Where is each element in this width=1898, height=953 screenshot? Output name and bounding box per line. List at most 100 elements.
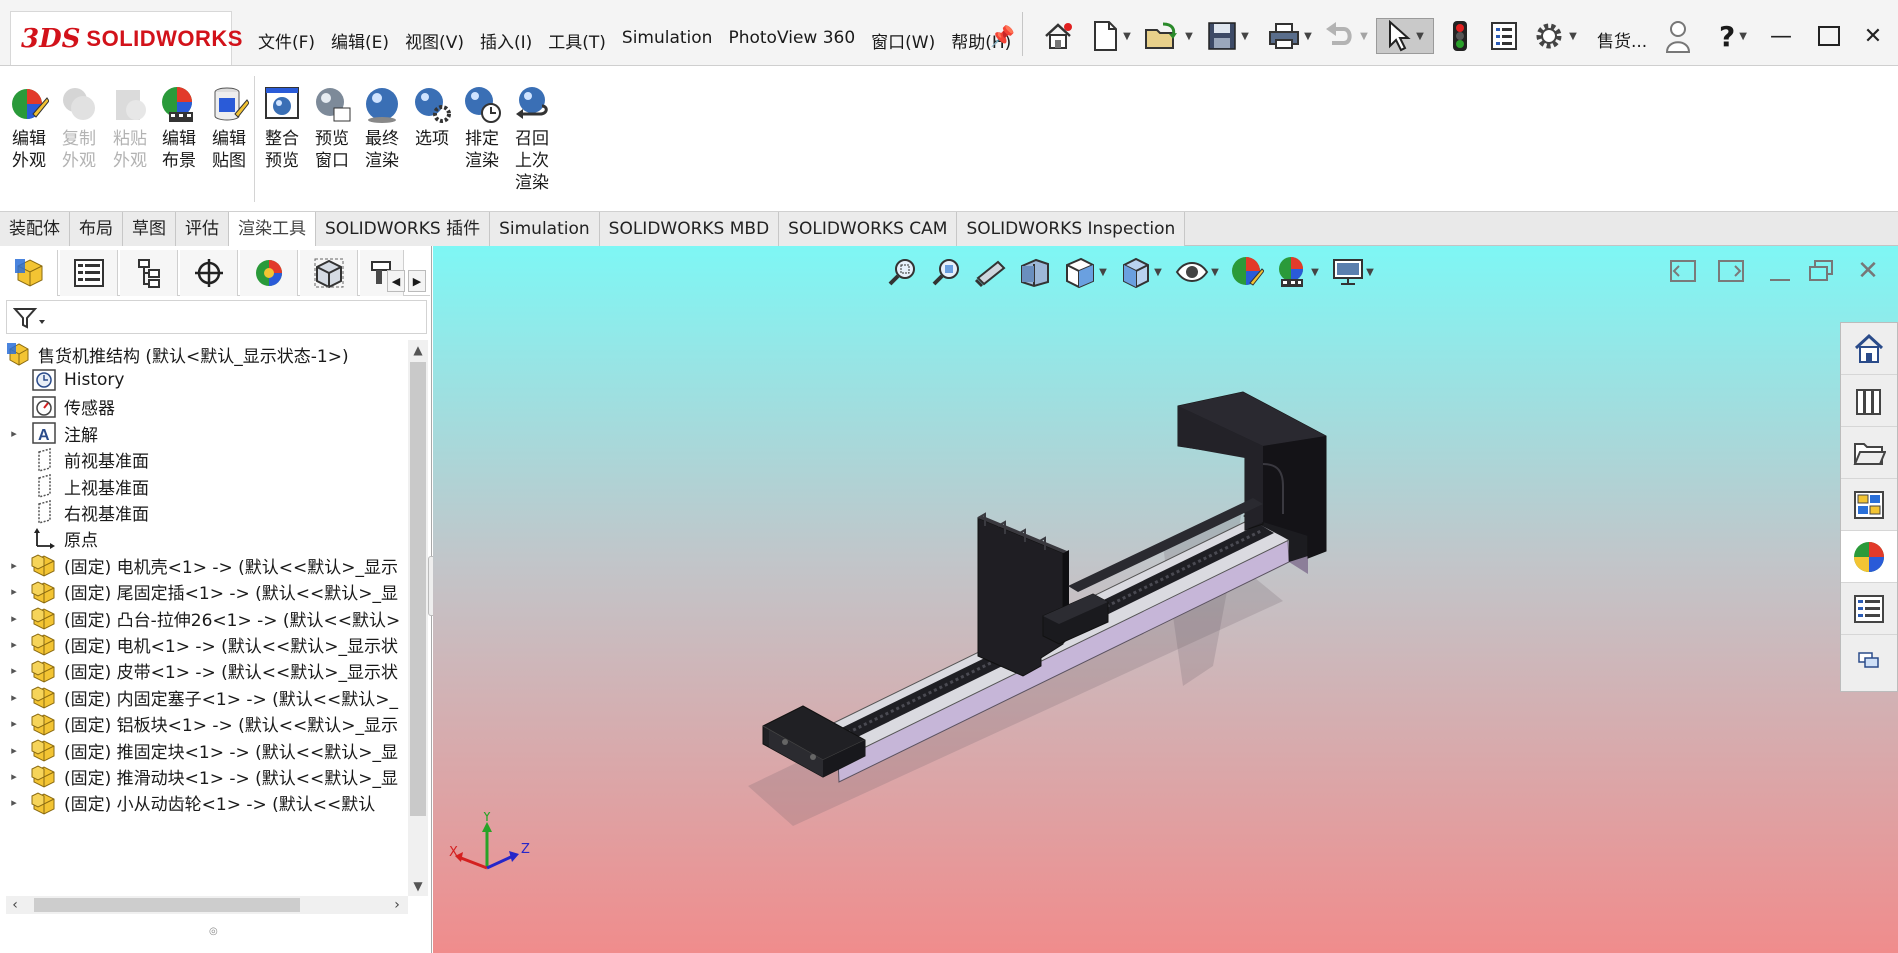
new-document-button[interactable]: ▼ [1086, 18, 1136, 54]
custom-properties-tab[interactable] [1841, 583, 1897, 635]
menu-view[interactable]: 视图(V) [397, 25, 472, 56]
zoom-to-fit-button[interactable] [883, 255, 923, 289]
displaymanager-tab[interactable] [240, 250, 298, 296]
doc-close-icon[interactable]: ✕ [1853, 256, 1883, 286]
rebuild-button[interactable] [1442, 18, 1478, 54]
expand-arrow-icon[interactable]: ▸ [8, 744, 20, 757]
edit-appearance-button[interactable]: 编辑 外观 [5, 84, 53, 172]
chevron-down-icon[interactable]: ▼ [1211, 267, 1219, 278]
chevron-down-icon[interactable]: ▼ [1099, 267, 1107, 278]
print-button[interactable]: ▼ [1262, 18, 1318, 54]
solidworks-resources-tab[interactable] [1841, 323, 1897, 375]
forum-tab[interactable] [1841, 635, 1897, 687]
menu-photoview[interactable]: PhotoView 360 [720, 25, 863, 56]
recall-last-render-button[interactable]: 召回 上次 渲染 [508, 84, 556, 194]
menu-window[interactable]: 窗口(W) [863, 25, 943, 56]
tree-filter-bar[interactable] [6, 300, 427, 334]
expand-arrow-icon[interactable]: ▸ [8, 427, 20, 440]
chevron-down-icon[interactable]: ▼ [1185, 31, 1193, 42]
tab-render-tools[interactable]: 渲染工具 [229, 212, 316, 246]
integrated-preview-button[interactable]: 整合 预览 [258, 84, 306, 172]
propertymanager-tab[interactable] [60, 250, 118, 296]
menu-insert[interactable]: 插入(I) [472, 25, 540, 56]
tab-solidworks-inspection[interactable]: SOLIDWORKS Inspection [957, 212, 1186, 246]
select-button[interactable]: ▼ [1376, 18, 1434, 54]
menu-simulation[interactable]: Simulation [614, 25, 721, 56]
tab-solidworks-mbd[interactable]: SOLIDWORKS MBD [599, 212, 780, 246]
maximize-button[interactable] [1812, 20, 1846, 52]
pin-menu-icon[interactable]: 📌 [990, 24, 1015, 48]
edit-scene-button[interactable]: 编辑 布景 [155, 84, 203, 172]
section-view-button[interactable] [1015, 255, 1055, 289]
tab-assembly[interactable]: 装配体 [0, 212, 70, 246]
final-render-button[interactable]: 最终 渲染 [358, 84, 406, 172]
menu-tools[interactable]: 工具(T) [540, 25, 614, 56]
chevron-down-icon[interactable]: ▼ [1154, 267, 1162, 278]
chevron-down-icon[interactable]: ▼ [1569, 31, 1577, 42]
home-button[interactable] [1040, 18, 1076, 54]
help-button[interactable]: ? ▼ [1708, 18, 1758, 54]
manager-tabs-scroll-right[interactable]: ▶ [408, 270, 426, 292]
render-options-button[interactable]: 选项 [408, 84, 456, 150]
view-settings-button[interactable]: ▼ [1327, 255, 1379, 289]
filter-funnel-icon[interactable] [13, 306, 47, 330]
chevron-down-icon[interactable]: ▼ [1123, 31, 1131, 42]
expand-arrow-icon[interactable]: ▸ [8, 612, 20, 625]
tab-sketch[interactable]: 草图 [123, 212, 176, 246]
scroll-down-arrow[interactable]: ▼ [408, 876, 428, 896]
featuremanager-tab[interactable] [0, 250, 58, 296]
edit-appearance-view-button[interactable] [1227, 255, 1267, 289]
vending-push-mechanism-model[interactable] [723, 346, 1723, 906]
preview-window-button[interactable]: 预览 窗口 [308, 84, 356, 172]
view-palette-tab[interactable] [1841, 479, 1897, 531]
tab-solidworks-addins[interactable]: SOLIDWORKS 插件 [316, 212, 491, 246]
expand-arrow-icon[interactable]: ▸ [8, 691, 20, 704]
view-orientation-button[interactable]: ▼ [1059, 255, 1111, 289]
restore-viewport-left-icon[interactable] [1668, 258, 1698, 284]
expand-arrow-icon[interactable]: ▸ [8, 559, 20, 572]
options-button[interactable]: ▼ [1526, 18, 1584, 54]
minimize-button[interactable]: — [1764, 20, 1798, 52]
expand-arrow-icon[interactable]: ▸ [8, 717, 20, 730]
display-style-button[interactable]: ▼ [1115, 255, 1167, 289]
menu-file[interactable]: 文件(F) [250, 25, 323, 56]
tab-evaluate[interactable]: 评估 [176, 212, 229, 246]
scroll-right-arrow[interactable]: › [388, 896, 406, 914]
panel-splitter-grip[interactable]: ◎ [209, 926, 218, 937]
tab-solidworks-cam[interactable]: SOLIDWORKS CAM [779, 212, 958, 246]
manager-tabs-scroll-left[interactable]: ◀ [387, 270, 405, 292]
hide-show-items-button[interactable]: ▼ [1171, 255, 1223, 289]
chevron-down-icon[interactable]: ▼ [1311, 267, 1319, 278]
edit-decal-button[interactable]: 编辑 贴图 [205, 84, 253, 172]
doc-restore-icon[interactable] [1806, 258, 1836, 284]
expand-arrow-icon[interactable]: ▸ [8, 664, 20, 677]
paste-appearance-button[interactable]: 粘贴 外观 [106, 84, 154, 172]
copy-appearance-button[interactable]: 复制 外观 [55, 84, 103, 172]
scroll-up-arrow[interactable]: ▲ [408, 340, 428, 360]
scroll-thumb[interactable] [410, 362, 426, 816]
scroll-left-arrow[interactable]: ‹ [6, 896, 24, 914]
chevron-down-icon[interactable]: ▼ [1304, 31, 1312, 42]
save-button[interactable]: ▼ [1200, 18, 1256, 54]
undo-button[interactable]: ▼ [1320, 18, 1372, 54]
chevron-down-icon[interactable]: ▼ [1739, 31, 1747, 42]
cam-feature-tab[interactable] [300, 250, 358, 296]
chevron-down-icon[interactable]: ▼ [1416, 31, 1424, 42]
doc-minimize-icon[interactable] [1765, 258, 1795, 284]
solidworks-logo[interactable]: 3DS SOLIDWORKS [10, 11, 242, 65]
tab-simulation[interactable]: Simulation [490, 212, 600, 246]
file-explorer-tab[interactable] [1841, 427, 1897, 479]
chevron-down-icon[interactable]: ▼ [1366, 267, 1374, 278]
close-button[interactable]: ✕ [1856, 20, 1890, 52]
scroll-thumb[interactable] [34, 898, 300, 912]
expand-arrow-icon[interactable]: ▸ [8, 585, 20, 598]
graphics-area[interactable]: ✕ ▼ ▼ ▼ ▼ ▼ Y X Z [433, 246, 1898, 953]
menu-edit[interactable]: 编辑(E) [323, 25, 397, 56]
expand-arrow-icon[interactable]: ▸ [8, 638, 20, 651]
file-properties-button[interactable] [1486, 18, 1522, 54]
tree-vertical-scrollbar[interactable]: ▲ ▼ [408, 340, 428, 896]
chevron-down-icon[interactable]: ▼ [1360, 31, 1368, 42]
apply-scene-button[interactable]: ▼ [1271, 255, 1323, 289]
zoom-to-area-button[interactable] [927, 255, 967, 289]
tree-horizontal-scrollbar[interactable]: ‹ › [6, 896, 408, 914]
